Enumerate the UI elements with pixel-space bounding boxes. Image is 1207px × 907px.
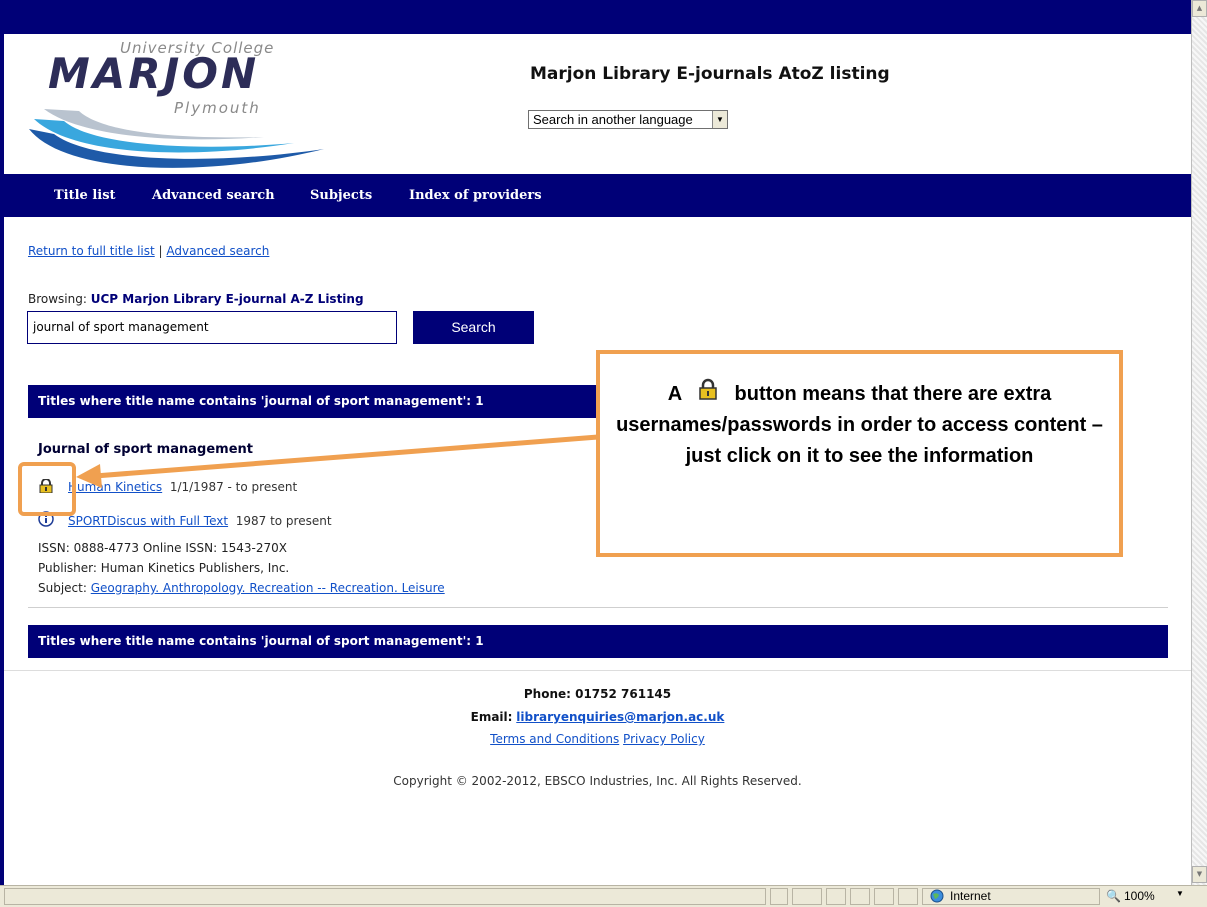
results-header-bottom: Titles where title name contains 'journa… (28, 625, 1168, 658)
provider-row: Human Kinetics 1/1/1987 - to present (38, 478, 298, 494)
logo-plymouth: Plymouth (174, 99, 261, 117)
subject-link[interactable]: Geography. Anthropology. Recreation -- R… (91, 581, 445, 595)
logo-marjon: MARJON (48, 49, 260, 98)
lock-icon-highlight (18, 462, 76, 516)
subject-line: Subject: Geography. Anthropology. Recrea… (38, 581, 445, 595)
footer-email-label: Email: (470, 710, 513, 724)
journal-title: Journal of sport management (38, 442, 253, 457)
provider-coverage: 1987 to present (235, 514, 332, 528)
site-title: Marjon Library E-journals AtoZ listing (530, 64, 890, 84)
footer-policy-links: Terms and Conditions Privacy Policy (4, 732, 1191, 746)
callout-message: button means that there are extra userna… (616, 383, 1103, 467)
provider-row: SPORTDiscus with Full Text 1987 to prese… (38, 511, 332, 528)
return-to-full-list-link[interactable]: Return to full title list (28, 244, 155, 258)
browser-status-bar: Internet 🔍 100% ▼ (0, 885, 1207, 907)
status-cell (770, 888, 788, 905)
dropdown-arrow-icon[interactable]: ▼ (712, 111, 727, 128)
provider-link-human-kinetics[interactable]: Human Kinetics (68, 480, 162, 494)
divider (28, 607, 1168, 608)
nav-title-list[interactable]: Title list (54, 188, 116, 203)
vertical-scrollbar[interactable]: ▲ ▼ (1191, 0, 1207, 885)
footer-copyright: Copyright © 2002-2012, EBSCO Industries,… (393, 774, 802, 788)
results-header-top: Titles where title name contains 'journa… (28, 385, 598, 418)
status-cell (874, 888, 894, 905)
status-zoom[interactable]: 100% (1124, 889, 1155, 903)
provider-coverage: 1/1/1987 - to present (169, 480, 298, 494)
globe-icon (930, 889, 944, 906)
language-select[interactable]: Search in another language ▼ (528, 110, 728, 129)
privacy-link[interactable]: Privacy Policy (623, 732, 705, 746)
provider-link-sportdiscus[interactable]: SPORTDiscus with Full Text (68, 514, 228, 528)
status-cell (850, 888, 870, 905)
subject-label: Subject: (38, 581, 87, 595)
status-cell (826, 888, 846, 905)
callout-lock-icon (697, 378, 719, 400)
status-zone: Internet (950, 889, 991, 903)
status-text-area (4, 888, 766, 905)
zoom-dropdown-icon[interactable]: ▼ (1176, 889, 1184, 898)
search-button[interactable]: Search (413, 311, 534, 344)
nav-subjects[interactable]: Subjects (310, 188, 372, 203)
footer-email-line: Email: libraryenquiries@marjon.ac.uk (4, 710, 1191, 724)
marjon-logo[interactable]: University College MARJON Plymouth (24, 39, 334, 171)
callout-text: A button means that there are extra user… (610, 378, 1109, 472)
scroll-down-icon[interactable]: ▼ (1192, 866, 1207, 883)
status-cell (792, 888, 822, 905)
page-header: University College MARJON Plymouth Marjo… (4, 34, 1191, 174)
zoom-icon[interactable]: 🔍 (1106, 889, 1121, 903)
footer-divider (4, 670, 1191, 671)
footer-phone: Phone: 01752 761145 (523, 687, 672, 701)
nav-advanced-search[interactable]: Advanced search (152, 188, 275, 203)
status-cell (898, 888, 918, 905)
annotation-callout: A button means that there are extra user… (596, 350, 1123, 557)
window-top-bar (0, 0, 1191, 34)
callout-prefix: A (667, 383, 682, 405)
search-input[interactable]: journal of sport management (27, 311, 397, 344)
advanced-search-link[interactable]: Advanced search (166, 244, 269, 258)
scroll-up-icon[interactable]: ▲ (1192, 0, 1207, 17)
terms-link[interactable]: Terms and Conditions (490, 732, 619, 746)
footer-email-link[interactable]: libraryenquiries@marjon.ac.uk (516, 710, 724, 724)
browsing-line: Browsing: UCP Marjon Library E-journal A… (28, 292, 364, 306)
language-select-value: Search in another language (533, 112, 693, 127)
status-zone-cell (922, 888, 1100, 905)
browsing-value: UCP Marjon Library E-journal A-Z Listing (90, 292, 364, 306)
main-nav: Title list Advanced search Subjects Inde… (4, 174, 1191, 217)
publisher-text: Publisher: Human Kinetics Publishers, In… (38, 561, 290, 575)
breadcrumb-links: Return to full title list | Advanced sea… (28, 244, 269, 258)
issn-text: ISSN: 0888-4773 Online ISSN: 1543-270X (38, 541, 287, 555)
browsing-label: Browsing: (28, 292, 87, 306)
link-separator: | (158, 244, 163, 258)
nav-index-of-providers[interactable]: Index of providers (409, 188, 542, 203)
